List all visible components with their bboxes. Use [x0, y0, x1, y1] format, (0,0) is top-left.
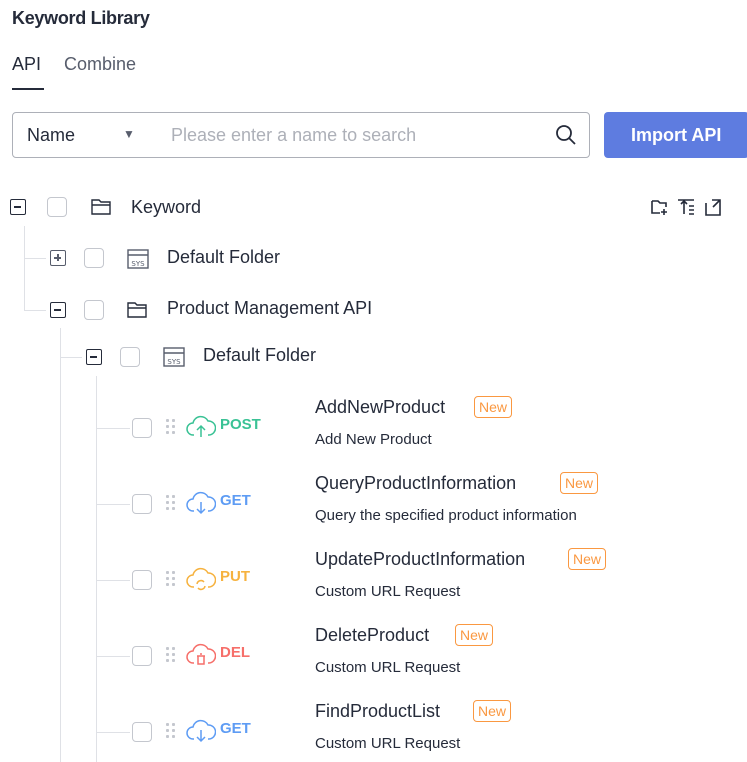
checkbox[interactable] [120, 347, 140, 367]
system-folder-icon: SYS [127, 249, 149, 269]
search-input[interactable] [171, 122, 531, 148]
tree-guide-line [96, 732, 130, 733]
api-name[interactable]: FindProductList [315, 701, 440, 722]
checkbox[interactable] [84, 248, 104, 268]
checkbox[interactable] [132, 418, 152, 438]
tab-combine[interactable]: Combine [64, 54, 136, 75]
folder-icon [91, 199, 111, 215]
method-get: GET [220, 492, 251, 509]
tree-guide-line [96, 656, 130, 657]
folder-icon [127, 302, 147, 318]
drag-handle-icon[interactable] [166, 495, 176, 511]
tree-node-default-folder[interactable]: Default Folder [167, 247, 280, 268]
checkbox[interactable] [132, 722, 152, 742]
cloud-download-icon [186, 491, 216, 515]
cloud-sync-icon [186, 567, 216, 591]
method-get: GET [220, 720, 251, 737]
api-description: Custom URL Request [315, 659, 461, 676]
new-badge: New [474, 396, 513, 418]
tab-api[interactable]: API [12, 54, 41, 75]
tree-guide-line [60, 328, 61, 762]
api-description: Custom URL Request [315, 583, 461, 600]
search-icon[interactable] [554, 123, 578, 147]
refresh-icon[interactable] [702, 197, 722, 217]
api-name[interactable]: AddNewProduct [315, 397, 445, 418]
svg-text:SYS: SYS [167, 358, 181, 366]
expand-toggle[interactable] [50, 250, 66, 266]
tree-guide-line [96, 428, 130, 429]
checkbox[interactable] [132, 646, 152, 666]
page-title: Keyword Library [12, 8, 150, 28]
tree-guide-line [24, 226, 25, 311]
tree-guide-line [96, 580, 130, 581]
import-api-button[interactable]: Import API [604, 112, 747, 158]
cloud-upload-icon [186, 415, 216, 437]
tree-node-keyword[interactable]: Keyword [131, 197, 201, 218]
collapse-toggle[interactable] [86, 349, 102, 365]
new-badge: New [568, 548, 607, 570]
new-badge: New [473, 700, 512, 722]
drag-handle-icon[interactable] [166, 723, 176, 739]
api-description: Custom URL Request [315, 735, 461, 752]
new-badge: New [455, 624, 494, 646]
collapse-toggle[interactable] [10, 199, 26, 215]
cloud-delete-icon [186, 643, 216, 665]
method-put: PUT [220, 568, 250, 585]
collapse-all-icon[interactable] [676, 197, 696, 217]
tree-guide-line [96, 504, 130, 505]
search-bar: Name ▼ [12, 112, 590, 158]
method-post: POST [220, 416, 261, 433]
system-folder-icon: SYS [163, 347, 185, 367]
tree-node-product-management-api[interactable]: Product Management API [167, 298, 372, 319]
active-tab-indicator [12, 88, 44, 90]
search-field-select[interactable]: Name [27, 125, 75, 146]
api-description: Query the specified product information [315, 507, 577, 524]
checkbox[interactable] [47, 197, 67, 217]
tree-node-sub-default-folder[interactable]: Default Folder [203, 345, 316, 366]
tree-guide-line [96, 376, 97, 762]
api-name[interactable]: QueryProductInformation [315, 473, 516, 494]
collapse-toggle[interactable] [50, 302, 66, 318]
drag-handle-icon[interactable] [166, 647, 176, 663]
checkbox[interactable] [132, 494, 152, 514]
api-description: Add New Product [315, 431, 432, 448]
drag-handle-icon[interactable] [166, 571, 176, 587]
new-badge: New [560, 472, 599, 494]
drag-handle-icon[interactable] [166, 419, 176, 435]
checkbox[interactable] [132, 570, 152, 590]
tree-guide-line [24, 310, 46, 311]
svg-text:SYS: SYS [131, 260, 145, 268]
checkbox[interactable] [84, 300, 104, 320]
tree-guide-line [60, 357, 82, 358]
tree-guide-line [24, 258, 46, 259]
method-del: DEL [220, 644, 250, 661]
api-name[interactable]: UpdateProductInformation [315, 549, 525, 570]
add-folder-icon[interactable] [650, 197, 670, 217]
cloud-download-icon [186, 719, 216, 743]
api-name[interactable]: DeleteProduct [315, 625, 429, 646]
caret-down-icon[interactable]: ▼ [123, 127, 135, 141]
